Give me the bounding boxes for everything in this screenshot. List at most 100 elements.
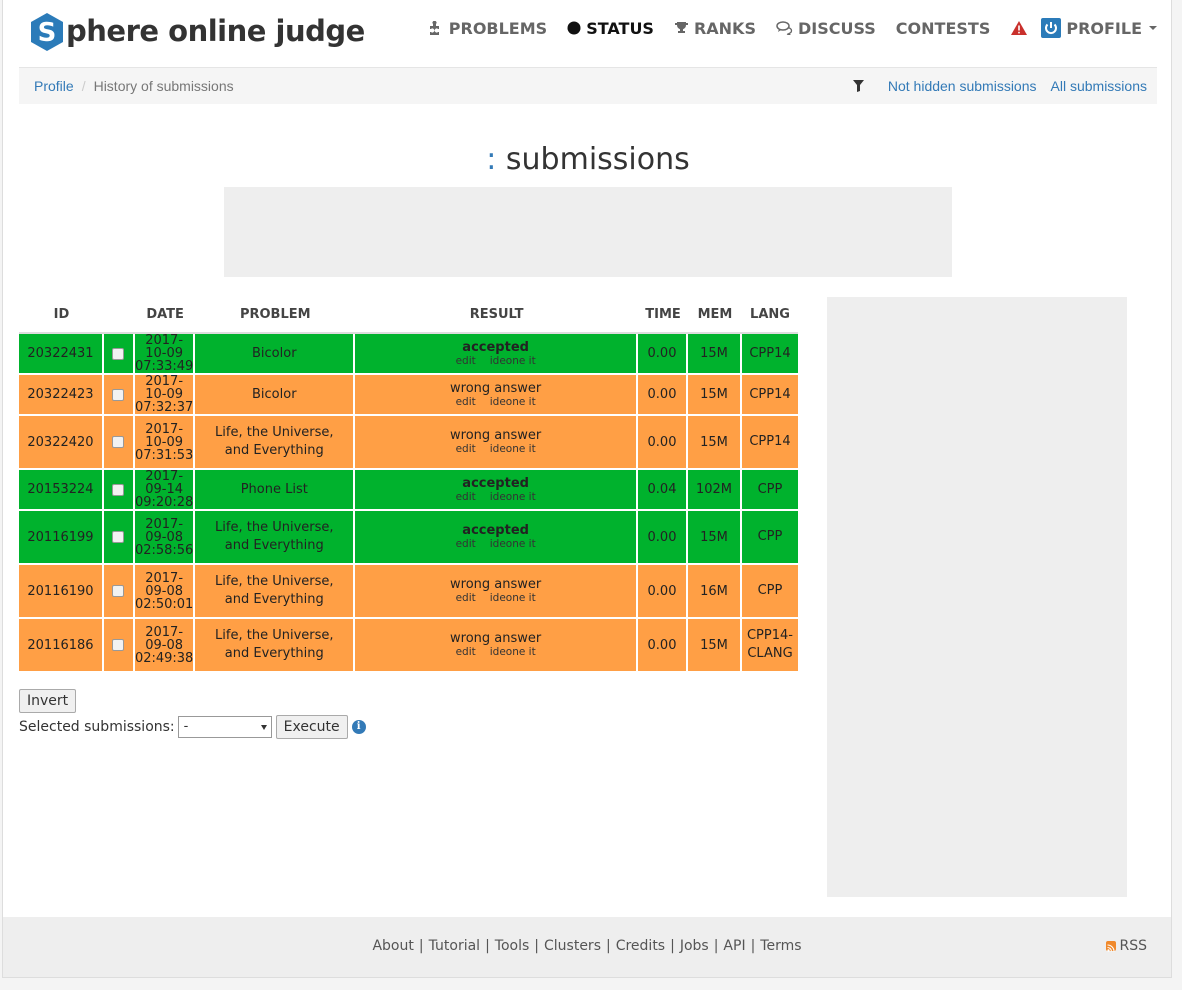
footer-link-terms[interactable]: Terms: [760, 938, 801, 954]
edit-link[interactable]: edit: [456, 443, 476, 455]
submission-id[interactable]: 20322423: [27, 387, 93, 402]
edit-link[interactable]: edit: [456, 592, 476, 604]
nav-problems[interactable]: PROBLEMS: [429, 19, 547, 38]
submission-date: 2017-09-08: [145, 624, 184, 653]
submission-id[interactable]: 20322420: [27, 435, 93, 450]
header-mem[interactable]: MEM: [688, 297, 742, 334]
problem-name-line2[interactable]: and Everything: [225, 443, 324, 458]
nav-contests[interactable]: CONTESTS: [896, 19, 991, 38]
submission-filters: Not hidden submissions All submissions: [852, 78, 1147, 94]
row-checkbox[interactable]: [112, 639, 125, 651]
footer-link-about[interactable]: About: [372, 938, 413, 954]
svg-text:S: S: [38, 18, 57, 48]
header-problem[interactable]: PROBLEM: [195, 297, 356, 334]
row-checkbox[interactable]: [112, 531, 125, 543]
cell-problem[interactable]: Life, the Universe, and Everything: [195, 565, 356, 619]
header-lang[interactable]: LANG: [741, 297, 798, 334]
footer-link-tutorial[interactable]: Tutorial: [429, 938, 480, 954]
submission-id[interactable]: 20116186: [27, 638, 93, 653]
ideone-link[interactable]: ideone it: [490, 355, 536, 367]
cell-id[interactable]: 20322431: [19, 334, 104, 375]
row-checkbox[interactable]: [112, 388, 125, 401]
problem-name-line2[interactable]: and Everything: [225, 592, 324, 607]
problem-name-line1[interactable]: Bicolor: [252, 346, 297, 361]
submission-date: 2017-10-09: [145, 374, 184, 402]
selected-action-select[interactable]: -: [177, 716, 272, 738]
footer-link-tools[interactable]: Tools: [495, 938, 530, 954]
side-ad-placeholder: [827, 297, 1127, 897]
ideone-link[interactable]: ideone it: [490, 443, 536, 455]
submission-id[interactable]: 20116199: [27, 530, 93, 545]
problem-name-line2[interactable]: and Everything: [225, 538, 324, 553]
run-time: 0.04: [647, 482, 677, 497]
edit-link[interactable]: edit: [456, 396, 476, 408]
breadcrumb-bar: Profile / History of submissions Not hidde…: [19, 67, 1157, 104]
footer-link-credits[interactable]: Credits: [616, 938, 665, 954]
puzzle-icon: [429, 21, 444, 35]
edit-link[interactable]: edit: [456, 355, 476, 367]
problem-name-line1[interactable]: Life, the Universe,: [215, 425, 333, 440]
cell-mem: 16M: [688, 565, 742, 619]
run-time: 0.00: [647, 346, 677, 361]
cell-problem[interactable]: Phone List: [195, 470, 356, 511]
problem-name-line1[interactable]: Life, the Universe,: [215, 574, 333, 589]
cell-id[interactable]: 20116199: [19, 511, 104, 565]
footer-link-api[interactable]: API: [723, 938, 745, 954]
cell-problem[interactable]: Life, the Universe, and Everything: [195, 416, 356, 470]
cell-date: 2017-09-08 02:50:01: [134, 565, 196, 619]
cell-id[interactable]: 20116190: [19, 565, 104, 619]
footer-link-jobs[interactable]: Jobs: [680, 938, 709, 954]
info-icon[interactable]: i: [351, 720, 366, 734]
edit-link[interactable]: edit: [456, 646, 476, 658]
cell-id[interactable]: 20153224: [19, 470, 104, 511]
ideone-link[interactable]: ideone it: [490, 592, 536, 604]
problem-name-line1[interactable]: Life, the Universe,: [215, 520, 333, 535]
submission-id[interactable]: 20322431: [27, 346, 93, 361]
nav-ranks[interactable]: RANKS: [674, 19, 756, 38]
row-checkbox[interactable]: [112, 585, 125, 597]
footer-link-clusters[interactable]: Clusters: [544, 938, 601, 954]
problem-name-line1[interactable]: Phone List: [241, 482, 308, 497]
cell-id[interactable]: 20322423: [19, 375, 104, 416]
cell-id[interactable]: 20322420: [19, 416, 104, 470]
problem-name-line2[interactable]: and Everything: [225, 646, 324, 661]
all-submissions-link[interactable]: All submissions: [1051, 78, 1147, 94]
site-logo[interactable]: S phere online judge: [29, 12, 365, 52]
cell-problem[interactable]: Bicolor: [195, 334, 356, 375]
nav-profile[interactable]: PROFILE: [1041, 18, 1157, 38]
table-row: 20153224 2017-09-14 09:20:28 Phone List acce…: [19, 470, 798, 511]
row-checkbox[interactable]: [112, 436, 125, 448]
cell-problem[interactable]: Bicolor: [195, 375, 356, 416]
header-result[interactable]: RESULT: [355, 297, 639, 334]
row-checkbox[interactable]: [112, 483, 125, 496]
nav-status[interactable]: STATUS: [567, 19, 654, 38]
run-time: 0.00: [647, 529, 677, 545]
row-checkbox[interactable]: [112, 347, 125, 360]
nav-warning[interactable]: [1010, 20, 1033, 36]
edit-link[interactable]: edit: [456, 491, 476, 503]
problem-name-line1[interactable]: Life, the Universe,: [215, 628, 333, 643]
submission-id[interactable]: 20153224: [27, 482, 93, 497]
ideone-link[interactable]: ideone it: [490, 491, 536, 503]
edit-link[interactable]: edit: [456, 538, 476, 550]
ideone-link[interactable]: ideone it: [490, 538, 536, 550]
invert-button[interactable]: Invert: [19, 689, 77, 713]
cell-id[interactable]: 20116186: [19, 619, 104, 673]
nav-problems-label: PROBLEMS: [448, 18, 548, 38]
header-id[interactable]: ID: [19, 297, 104, 334]
rss-link[interactable]: RSS: [1106, 938, 1147, 954]
nav-discuss[interactable]: DISCUSS: [776, 19, 876, 38]
not-hidden-submissions-link[interactable]: Not hidden submissions: [888, 78, 1037, 94]
execute-button[interactable]: Execute: [275, 715, 348, 739]
problem-name-line1[interactable]: Bicolor: [252, 387, 297, 402]
cell-problem[interactable]: Life, the Universe, and Everything: [195, 619, 356, 673]
ideone-link[interactable]: ideone it: [490, 646, 536, 658]
submission-id[interactable]: 20116190: [27, 584, 93, 599]
breadcrumb-profile[interactable]: Profile: [34, 78, 74, 94]
cell-problem[interactable]: Life, the Universe, and Everything: [195, 511, 356, 565]
nav-ranks-label: RANKS: [693, 18, 756, 38]
header-time[interactable]: TIME: [638, 297, 688, 334]
ideone-link[interactable]: ideone it: [490, 396, 536, 408]
header-date[interactable]: DATE: [134, 297, 196, 334]
footer-separator: |: [605, 938, 611, 954]
